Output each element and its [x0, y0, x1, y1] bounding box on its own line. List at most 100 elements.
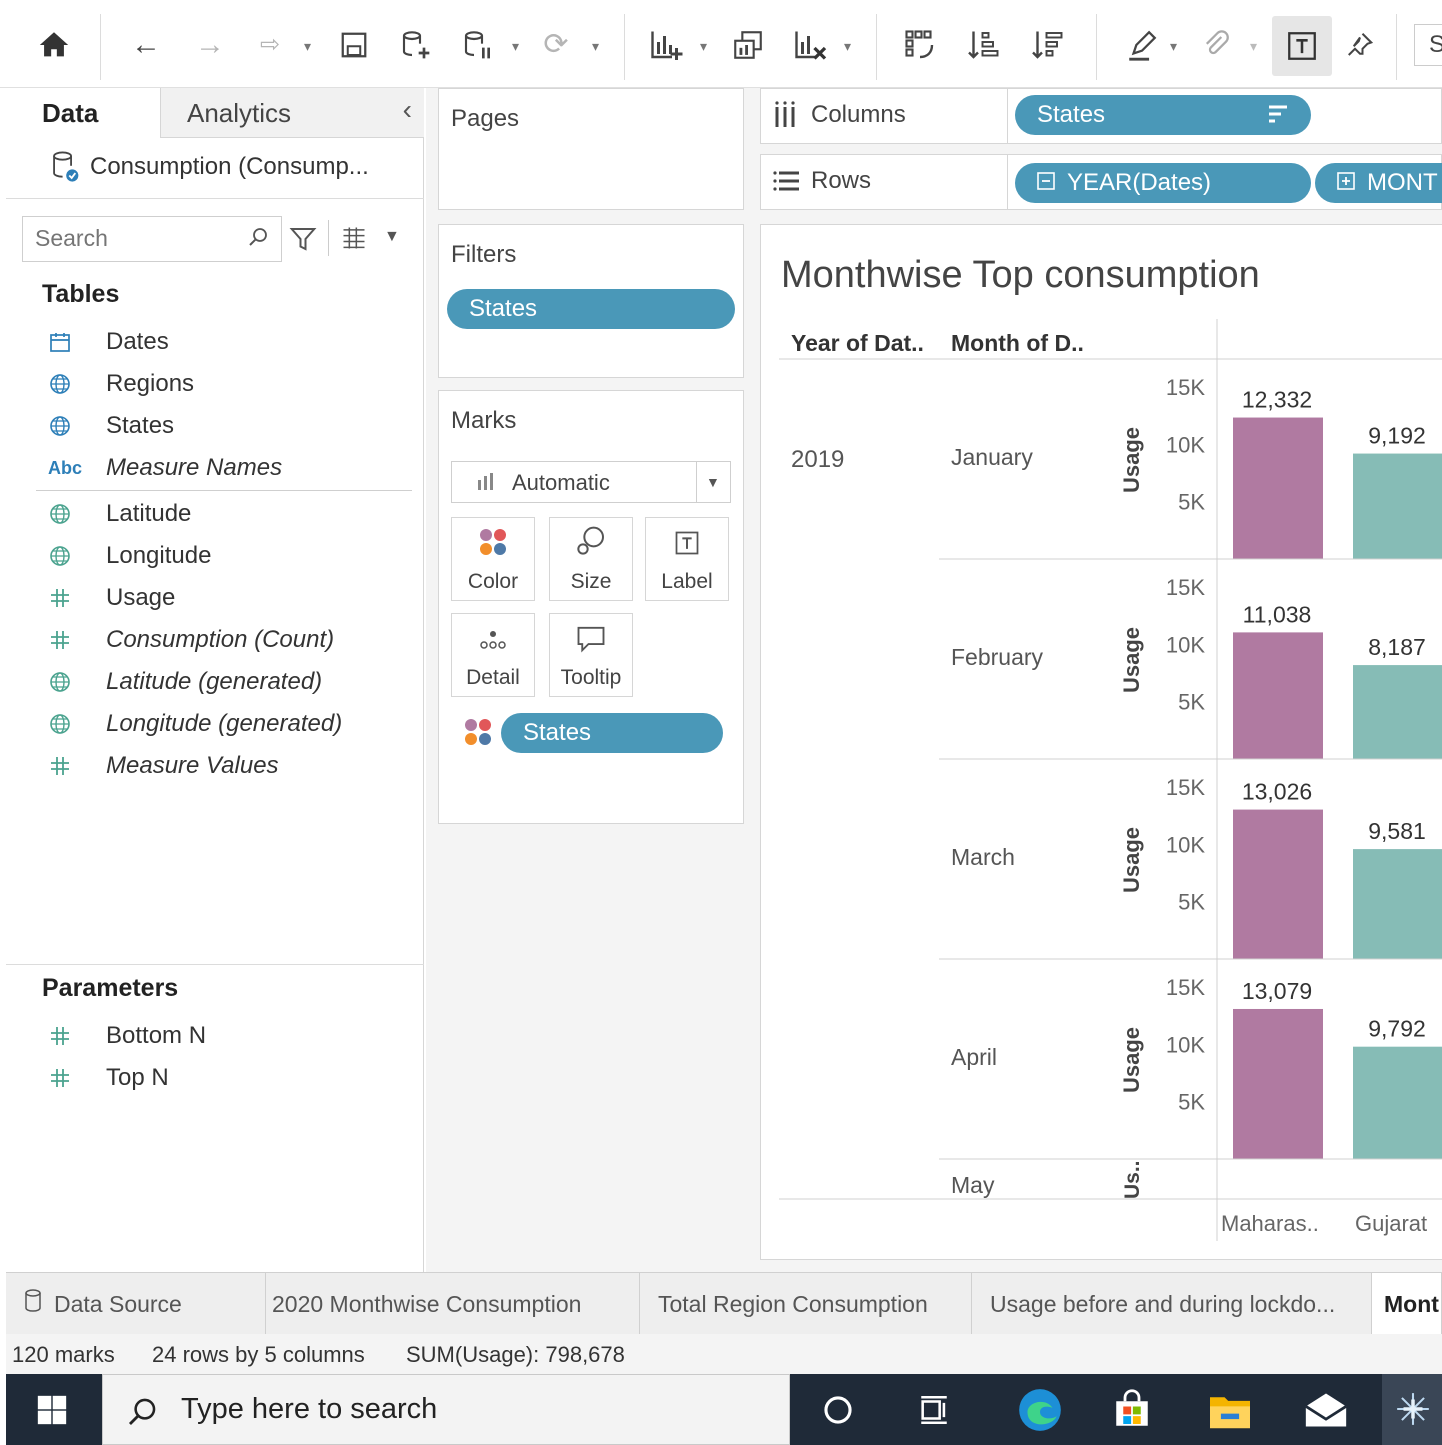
filter-icon[interactable]: [288, 224, 318, 259]
parameter-bottom-n[interactable]: Bottom N: [48, 1022, 206, 1050]
field-regions[interactable]: Regions: [48, 370, 194, 398]
field-longitude-generated[interactable]: Longitude (generated): [48, 710, 342, 738]
sort-ascending-icon[interactable]: [962, 22, 1006, 68]
highlight-pen-icon[interactable]: [1120, 22, 1164, 68]
chevron-down-icon[interactable]: ▼: [384, 228, 400, 246]
month-label-partial: May: [951, 1172, 995, 1198]
viz-canvas[interactable]: Monthwise Top consumption Year of Dat.. Mo…: [760, 224, 1442, 1260]
tab-total-region-consumption[interactable]: Total Region Consumption: [640, 1273, 972, 1335]
microsoft-store-icon[interactable]: [1110, 1388, 1154, 1432]
field-states[interactable]: States: [48, 412, 174, 440]
rows-shelf[interactable]: Rows YEAR(Dates) MONT: [760, 154, 1442, 210]
search-input[interactable]: [23, 217, 233, 259]
detail-icon: [478, 628, 508, 660]
size-button[interactable]: Size: [549, 517, 633, 601]
view-list-icon[interactable]: [340, 224, 368, 257]
tableau-app-icon[interactable]: [1382, 1374, 1442, 1445]
filters-shelf[interactable]: Filters States: [438, 224, 744, 378]
filter-pill-states[interactable]: States: [447, 289, 735, 329]
windows-start-icon[interactable]: [30, 1388, 74, 1432]
field-latitude[interactable]: Latitude: [48, 500, 191, 528]
sort-descending-icon[interactable]: [1026, 22, 1070, 68]
tab-data-source-label: Data Source: [54, 1290, 182, 1317]
tab-analytics[interactable]: Analytics ‹: [160, 88, 424, 138]
mail-icon[interactable]: [1304, 1388, 1348, 1432]
clear-sheet-icon[interactable]: [788, 22, 832, 68]
category-label: Maharas..: [1221, 1211, 1319, 1236]
save-icon[interactable]: [334, 22, 374, 68]
edge-browser-icon[interactable]: [1012, 1382, 1068, 1438]
datasource-item[interactable]: Consumption (Consump...: [50, 150, 369, 184]
chevron-down-icon[interactable]: ▾: [700, 38, 707, 55]
field-latitude-generated[interactable]: Latitude (generated): [48, 668, 322, 696]
collapse-chevron-icon[interactable]: ‹: [403, 94, 412, 126]
chevron-down-icon: ▼: [706, 474, 720, 490]
tooltip-button[interactable]: Tooltip: [549, 613, 633, 697]
hash-icon: [48, 586, 92, 610]
bar-chart-icon: [476, 472, 498, 497]
search-box[interactable]: [22, 216, 282, 262]
globe-icon: [48, 372, 92, 396]
duplicate-sheet-icon[interactable]: [728, 22, 768, 68]
pin-icon[interactable]: [1340, 22, 1380, 68]
parameter-top-n[interactable]: Top N: [48, 1064, 169, 1092]
refresh-icon[interactable]: ⟳: [536, 22, 576, 68]
chevron-down-icon[interactable]: ▾: [592, 38, 599, 55]
category-label: Gujarat: [1355, 1211, 1427, 1236]
new-datasource-icon[interactable]: [396, 22, 436, 68]
field-longitude[interactable]: Longitude: [48, 542, 211, 570]
mark-type-select[interactable]: Automatic ▼: [451, 461, 731, 503]
home-icon[interactable]: [34, 22, 74, 68]
chevron-down-icon[interactable]: ▾: [1170, 38, 1177, 55]
tab-2020-monthwise-consumption[interactable]: 2020 Monthwise Consumption: [266, 1273, 640, 1335]
file-explorer-icon[interactable]: [1208, 1388, 1252, 1432]
tab-usage-before-during-lockdown[interactable]: Usage before and during lockdo...: [972, 1273, 1372, 1335]
show-mark-labels-icon[interactable]: [1272, 16, 1332, 76]
rows-pill-year[interactable]: YEAR(Dates): [1015, 163, 1311, 203]
cortana-icon[interactable]: [816, 1388, 860, 1432]
label-t-icon: [673, 529, 701, 564]
chevron-down-icon[interactable]: ▾: [304, 38, 311, 55]
show-me-button[interactable]: S: [1414, 24, 1442, 66]
tab-data-source[interactable]: Data Source: [6, 1273, 266, 1335]
field-usage[interactable]: Usage: [48, 584, 175, 612]
globe-icon: [48, 544, 92, 568]
tick-label: 5K: [1178, 690, 1205, 715]
tab-monthwise-top-consumption[interactable]: Mont: [1372, 1273, 1442, 1335]
month-label: January: [951, 444, 1033, 470]
pages-shelf[interactable]: Pages: [438, 88, 744, 210]
columns-shelf[interactable]: Columns States: [760, 88, 1442, 144]
replay-icon[interactable]: ⇨: [248, 22, 292, 68]
swap-rows-columns-icon[interactable]: [898, 22, 942, 68]
rows-pill-month[interactable]: MONT: [1315, 163, 1442, 203]
task-view-icon[interactable]: [912, 1388, 956, 1432]
month-label: April: [951, 1044, 997, 1070]
marks-pill-states[interactable]: States: [501, 713, 723, 753]
field-label: Regions: [106, 370, 195, 397]
color-button[interactable]: Color: [451, 517, 535, 601]
field-label: Dates: [106, 328, 169, 355]
mark-type-value: Automatic: [512, 470, 610, 495]
tab-data[interactable]: Data: [6, 88, 160, 138]
field-measure-values[interactable]: Measure Values: [48, 752, 279, 780]
label-button[interactable]: Label: [645, 517, 729, 601]
field-label: Latitude: [106, 500, 192, 527]
filters-title: Filters: [451, 241, 517, 268]
tick-label: 5K: [1178, 890, 1205, 915]
taskbar-search[interactable]: Type here to search: [102, 1374, 790, 1445]
undo-icon[interactable]: ←: [124, 22, 168, 68]
columns-pill-states[interactable]: States: [1015, 95, 1311, 135]
chevron-down-icon[interactable]: ▾: [1250, 38, 1257, 55]
field-consumption-count[interactable]: Consumption (Count): [48, 626, 334, 654]
detail-button[interactable]: Detail: [451, 613, 535, 697]
new-worksheet-icon[interactable]: [644, 22, 688, 68]
data-pane: Data Analytics ‹ Consumption (Consump...…: [6, 88, 424, 1272]
bar-march-1: [1353, 849, 1442, 959]
chevron-down-icon[interactable]: ▾: [844, 38, 851, 55]
paperclip-icon[interactable]: [1196, 22, 1236, 68]
redo-icon[interactable]: →: [188, 22, 232, 68]
field-measure-names[interactable]: Abc Measure Names: [48, 454, 282, 482]
field-dates[interactable]: Dates: [48, 328, 169, 356]
chevron-down-icon[interactable]: ▾: [512, 38, 519, 55]
pause-updates-icon[interactable]: [458, 22, 498, 68]
